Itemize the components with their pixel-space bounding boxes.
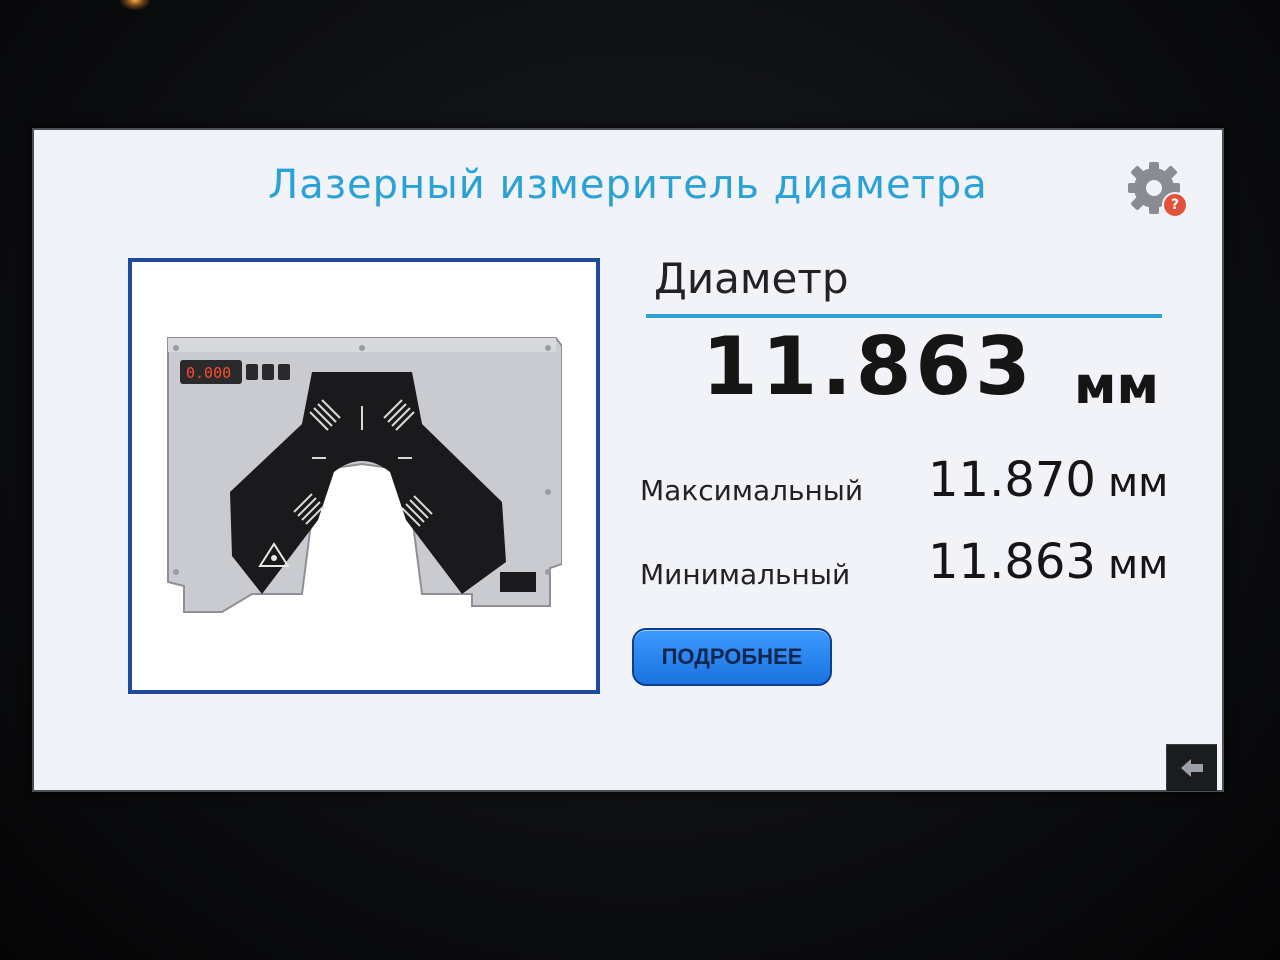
back-button[interactable] [1166,744,1217,791]
touch-screen: Лазерный измеритель диаметра ? 0.000 Диа… [32,128,1224,792]
device-display: 0.000 [186,364,231,382]
max-unit: мм [1108,460,1169,506]
device-image-frame: 0.000 [128,258,600,694]
max-value: 11.870 [928,452,1096,508]
max-label: Максимальный [640,474,864,507]
status-led [120,0,150,10]
min-unit: мм [1108,542,1169,588]
min-value: 11.863 [928,534,1096,590]
back-arrow-icon [1181,759,1203,777]
diameter-unit: мм [1074,356,1160,416]
divider [646,314,1162,318]
page-title: Лазерный измеритель диаметра [268,162,988,208]
details-button[interactable]: ПОДРОБНЕЕ [632,628,832,686]
help-badge[interactable]: ? [1162,192,1188,218]
diameter-label: Диаметр [654,254,849,303]
diameter-value: 11.863 [702,320,1035,413]
laser-gauge-image: 0.000 [167,337,562,613]
min-label: Минимальный [640,558,851,591]
